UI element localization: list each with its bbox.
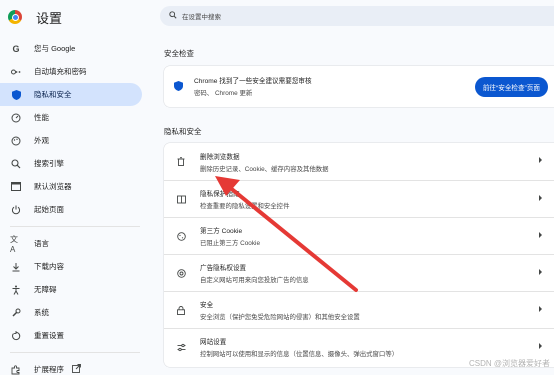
ad-privacy-icon	[176, 268, 186, 278]
sidebar-item-reset[interactable]: 重置设置	[0, 324, 142, 347]
reset-icon	[10, 330, 22, 342]
row-description: 检查重要的隐私设置和安全控件	[200, 203, 290, 210]
row-description: 删除历史记录、Cookie、缓存内容及其他数据	[200, 165, 329, 173]
row-title: 删除浏览数据	[200, 153, 240, 161]
row-security[interactable]: 安全 安全浏览（保护您免受危险网站的侵害）和其他安全设置	[164, 291, 554, 328]
puzzle-icon	[10, 364, 22, 375]
guide-icon	[176, 195, 186, 204]
sidebar-item-label: 隐私和安全	[34, 90, 72, 99]
row-privacy-guide[interactable]: 隐私保护指南 检查重要的隐私设置和安全控件	[164, 180, 554, 217]
sidebar-item-system[interactable]: 系统	[0, 301, 142, 324]
chevron-right-icon	[539, 269, 542, 275]
search-icon	[10, 158, 22, 170]
chevron-right-icon	[539, 343, 542, 349]
download-icon	[10, 261, 22, 273]
sidebar-item-default-browser[interactable]: 默认浏览器	[0, 175, 142, 198]
sidebar-item-label: 默认浏览器	[34, 182, 72, 191]
app-header: 设置	[8, 6, 62, 28]
row-third-party-cookies[interactable]: 第三方 Cookie 已阻止第三方 Cookie	[164, 217, 554, 254]
search-placeholder: 在设置中搜索	[182, 14, 221, 21]
sidebar-item-you-and-google[interactable]: G 您与 Google	[0, 37, 142, 60]
power-icon	[10, 204, 22, 216]
row-description: 已阻止第三方 Cookie	[200, 240, 261, 247]
trash-icon	[176, 157, 186, 166]
safety-check-text: Chrome 找到了一些安全建议需要您审核 密码、 Chrome 更新	[194, 75, 312, 97]
chevron-right-icon	[539, 195, 542, 201]
google-icon: G	[12, 43, 20, 54]
row-ad-privacy[interactable]: 广告隐私权设置 自定义网站可用来向您投放广告的信息	[164, 254, 554, 291]
row-clear-browsing-data[interactable]: 删除浏览数据 删除历史记录、Cookie、缓存内容及其他数据	[164, 143, 554, 180]
safety-check-title: Chrome 找到了一些安全建议需要您审核	[194, 78, 312, 85]
browser-icon	[10, 181, 22, 193]
sidebar-item-label: 无障碍	[34, 285, 57, 294]
sidebar-item-label: 搜索引擎	[34, 159, 64, 168]
safety-check-row: Chrome 找到了一些安全建议需要您审核 密码、 Chrome 更新 前往“安…	[164, 66, 554, 106]
chevron-right-icon	[539, 157, 542, 163]
sidebar-item-extensions[interactable]: 扩展程序	[0, 358, 142, 375]
privacy-heading: 隐私和安全	[164, 127, 202, 136]
chevron-right-icon	[539, 306, 542, 312]
row-title: 网站设置	[200, 339, 227, 346]
row-description: 自定义网站可用来向您投放广告的信息	[200, 277, 309, 284]
safety-check-heading: 安全检查	[164, 49, 194, 58]
chevron-right-icon	[539, 232, 542, 238]
sidebar-item-label: 外观	[34, 136, 49, 145]
sidebar-item-label: 系统	[34, 308, 49, 317]
safety-check-card: Chrome 找到了一些安全建议需要您审核 密码、 Chrome 更新 前往“安…	[164, 66, 554, 107]
chrome-logo-icon	[8, 10, 22, 24]
shield-icon	[10, 89, 22, 101]
divider	[10, 226, 140, 227]
sidebar-item-languages[interactable]: 文A 语言	[0, 232, 142, 255]
search-icon	[169, 11, 177, 21]
sidebar-item-label: 性能	[34, 113, 49, 122]
sidebar-item-downloads[interactable]: 下载内容	[0, 255, 142, 278]
cookie-icon	[176, 231, 186, 241]
go-to-safety-check-button[interactable]: 前往“安全检查”页面	[474, 77, 548, 97]
sliders-icon	[176, 343, 186, 352]
key-icon	[10, 66, 22, 78]
sidebar-nav: G 您与 Google 自动填充和密码 隐私和安全 性能 外观 搜索引擎 默认浏…	[0, 37, 150, 375]
row-title: 第三方 Cookie	[200, 228, 243, 235]
sidebar-item-label: 起始页面	[34, 205, 64, 214]
row-description: 控制网站可以使用和显示的信息（位置信息、摄像头、弹出式窗口等）	[200, 351, 399, 358]
row-title: 隐私保护指南	[200, 191, 240, 198]
sidebar-item-label: 您与 Google	[34, 44, 76, 53]
sidebar-item-label: 扩展程序	[34, 365, 64, 374]
page-title: 设置	[36, 10, 63, 26]
sidebar-item-search-engine[interactable]: 搜索引擎	[0, 152, 142, 175]
watermark: CSDN @浏览器爱好者	[468, 359, 550, 368]
sidebar: 设置 G 您与 Google 自动填充和密码 隐私和安全 性能 外观 搜索引擎 …	[0, 0, 150, 375]
sidebar-item-appearance[interactable]: 外观	[0, 129, 142, 152]
row-description: 安全浏览（保护您免受危险网站的侵害）和其他安全设置	[200, 314, 360, 321]
sidebar-item-performance[interactable]: 性能	[0, 106, 142, 129]
row-title: 广告隐私权设置	[200, 265, 247, 272]
shield-icon	[174, 81, 184, 91]
sidebar-item-accessibility[interactable]: 无障碍	[0, 278, 142, 301]
sidebar-item-privacy[interactable]: 隐私和安全	[0, 83, 142, 106]
sidebar-item-label: 自动填充和密码	[34, 67, 87, 76]
sidebar-item-autofill[interactable]: 自动填充和密码	[0, 60, 142, 83]
speedometer-icon	[10, 112, 22, 124]
search-input[interactable]: 在设置中搜索	[160, 6, 554, 26]
sidebar-item-startup[interactable]: 起始页面	[0, 198, 142, 221]
translate-icon: 文A	[10, 234, 18, 254]
divider	[10, 352, 140, 353]
lock-icon	[176, 305, 186, 315]
safety-check-subtitle: 密码、 Chrome 更新	[194, 90, 253, 97]
sidebar-item-label: 语言	[34, 239, 49, 248]
row-title: 安全	[200, 302, 214, 309]
palette-icon	[10, 135, 22, 147]
wrench-icon	[10, 307, 22, 319]
sidebar-item-label: 下载内容	[34, 262, 64, 271]
accessibility-icon	[10, 284, 22, 296]
sidebar-item-label: 重置设置	[34, 331, 64, 340]
privacy-card: 删除浏览数据 删除历史记录、Cookie、缓存内容及其他数据 隐私保护指南 检查…	[164, 143, 554, 367]
external-link-icon[interactable]	[72, 364, 81, 375]
